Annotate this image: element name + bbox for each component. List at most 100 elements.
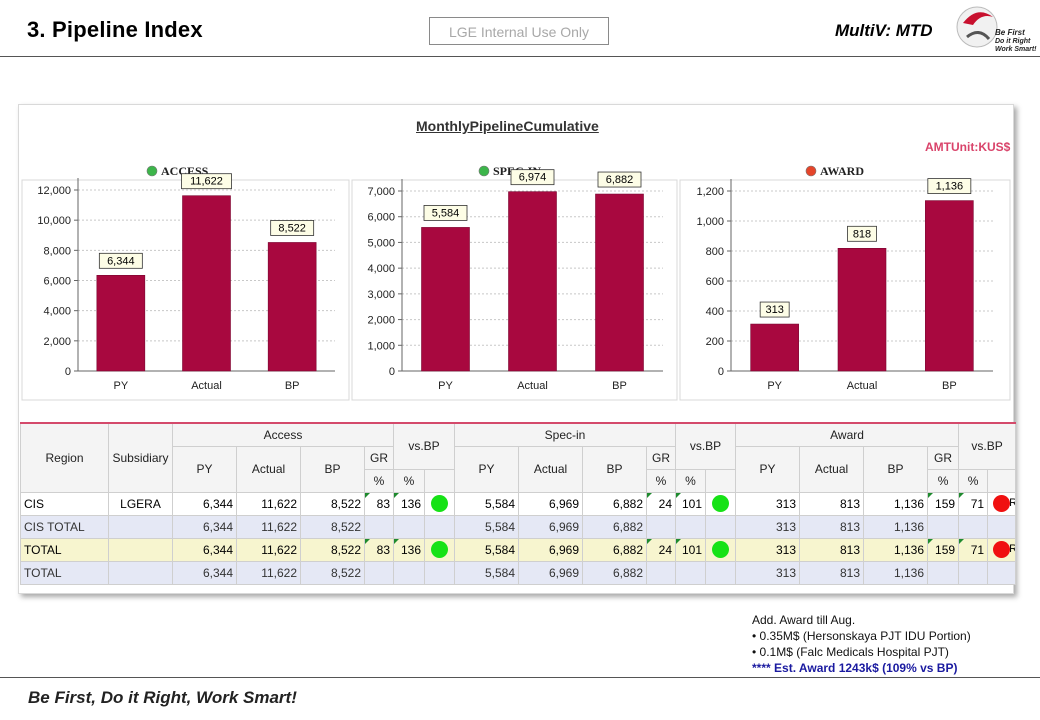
access-ytick-label: 12,000: [37, 185, 71, 197]
award-vsbp-cell: 71: [958, 537, 989, 562]
award-vsbp-cell: 71: [958, 491, 989, 516]
access-py-cell: 6,344: [172, 514, 237, 539]
award-data-label: 1,136: [936, 181, 964, 193]
specin-ytick-label: 0: [389, 366, 395, 378]
specin-actual-cell: 6,969: [518, 537, 583, 562]
specin-vsbp-cell: 101: [675, 537, 706, 562]
header-specin: Spec-in: [454, 422, 676, 447]
specin-py-cell: 5,584: [454, 560, 519, 585]
specin-bar-bp: [595, 193, 644, 372]
header-award-actual: Actual: [799, 445, 864, 493]
access-gr-cell: [364, 560, 394, 585]
row-total: TOTAL 6,344 11,622 8,522 83 136 5,584 6,969 6,88…: [20, 537, 1017, 562]
award-bar-py: [750, 323, 799, 372]
note-line-1: Add. Award till Aug.: [752, 613, 856, 627]
award-actual-cell: 813: [799, 514, 864, 539]
specin-ytick-label: 6,000: [367, 212, 395, 224]
header-access: Access: [172, 422, 394, 447]
specin-ytick-label: 7,000: [367, 186, 395, 198]
header-award-py: PY: [735, 445, 800, 493]
award-py-cell: 313: [735, 491, 800, 516]
note-estimate: **** Est. Award 1243k$ (109% vs BP): [752, 661, 958, 675]
specin-status-cell: [705, 491, 736, 516]
header-award-bp: BP: [863, 445, 928, 493]
header-specin-vsbp: vs.BP: [675, 422, 736, 470]
access-py-cell: 6,344: [172, 560, 237, 585]
region-cell: TOTAL: [20, 560, 109, 585]
header-award: Award: [734, 422, 960, 447]
access-ytick-label: 2,000: [43, 336, 71, 348]
specin-ytick-label: 5,000: [367, 237, 395, 249]
header-subsidiary: Subsidiary: [108, 422, 173, 493]
award-gr-cell: [926, 560, 960, 585]
award-py-cell: 313: [735, 560, 800, 585]
award-chart-title: AWARD: [820, 164, 864, 178]
specin-bar-actual: [508, 191, 557, 372]
award-ytick-label: 1,000: [696, 216, 724, 228]
header-access-vsbp: vs.BP: [393, 422, 455, 470]
award-vsbp-cell: [958, 560, 989, 585]
access-ytick-label: 8,000: [43, 245, 71, 257]
header-access-py: PY: [172, 445, 237, 493]
award-py-cell: 313: [735, 514, 800, 539]
award-chart: AWARD 0 200 400 600 800 1,000 1,200 313 PY 818 Actu…: [679, 164, 1011, 401]
header-specin-bp: BP: [582, 445, 647, 493]
note-line-3: • 0.1M$ (Falc Medicals Hospital PJT): [752, 645, 949, 659]
header-specin-status: [705, 468, 736, 493]
header-access-vs-pct: %: [393, 468, 425, 493]
header-award-status: [987, 468, 1017, 493]
specin-category-label: BP: [612, 380, 627, 392]
access-status-cell: [424, 537, 455, 562]
specin-py-cell: 5,584: [454, 491, 519, 516]
award-bar-bp: [925, 200, 974, 372]
subsidiary-cell: [108, 560, 173, 585]
award-py-cell: 313: [735, 537, 800, 562]
specin-gr-cell: 24: [646, 537, 676, 562]
green-status-dot: [712, 541, 729, 558]
award-bp-cell: 1,136: [863, 514, 928, 539]
award-data-label: 818: [853, 228, 871, 240]
access-py-cell: 6,344: [172, 537, 237, 562]
award-status-cell: [987, 514, 1017, 539]
access-ytick-label: 6,000: [43, 276, 71, 288]
award-actual-cell: 813: [799, 537, 864, 562]
note-line-2: • 0.35M$ (Hersonskaya PJT IDU Portion): [752, 629, 971, 643]
award-ytick-label: 800: [706, 246, 724, 258]
specin-ytick-label: 3,000: [367, 289, 395, 301]
header-access-status: [424, 468, 455, 493]
access-gr-cell: 83: [364, 537, 394, 562]
subsidiary-cell: LGERA: [108, 491, 173, 516]
access-status-cell: [424, 560, 455, 585]
access-ytick-label: 10,000: [37, 215, 71, 227]
specin-ytick-label: 4,000: [367, 263, 395, 275]
charts-area: ACCESS02,0004,0006,0008,00010,00012,0006…: [21, 164, 1011, 401]
header-access-gr-pct: %: [364, 468, 394, 493]
award-status-icon: [805, 165, 817, 177]
subsidiary-cell: [108, 537, 173, 562]
header-award-vsbp: vs.BP: [958, 422, 1017, 470]
access-bar-bp: [267, 242, 317, 372]
access-chart: ACCESS02,0004,0006,0008,00010,00012,0006…: [21, 164, 350, 401]
access-status-cell: [424, 514, 455, 539]
header-access-gr: GR: [364, 445, 394, 470]
award-status-cell: R: [987, 537, 1017, 562]
access-bp-cell: 8,522: [300, 514, 365, 539]
award-ytick-label: 1,200: [696, 186, 724, 198]
access-ytick-label: 0: [65, 366, 71, 378]
specin-data-label: 6,974: [519, 172, 547, 184]
specin-category-label: PY: [438, 380, 453, 392]
specin-py-cell: 5,584: [454, 537, 519, 562]
award-actual-cell: 813: [799, 560, 864, 585]
access-vsbp-cell: [393, 514, 425, 539]
specin-ytick-label: 1,000: [367, 340, 395, 352]
subsidiary-cell: [108, 514, 173, 539]
access-data-label: 6,344: [107, 255, 135, 267]
award-actual-cell: 813: [799, 491, 864, 516]
specin-bar-py: [421, 227, 470, 372]
specin-bp-cell: 6,882: [582, 537, 647, 562]
award-category-label: PY: [767, 380, 782, 392]
specin-gr-cell: [646, 560, 676, 585]
access-data-label: 11,622: [190, 176, 223, 188]
access-actual-cell: 11,622: [236, 560, 301, 585]
award-gr-cell: 159: [926, 491, 960, 516]
